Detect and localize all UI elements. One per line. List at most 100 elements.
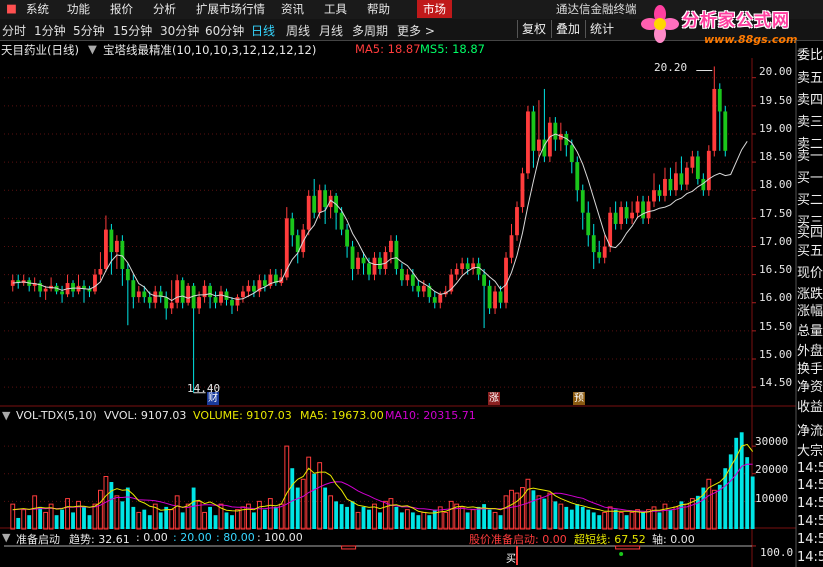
- volume-bar: [613, 509, 618, 529]
- candle-body: [630, 212, 635, 219]
- volume-bar: [98, 489, 103, 530]
- candle-body: [273, 274, 278, 284]
- limit-up-badge[interactable]: 涨: [488, 392, 500, 405]
- volume-bar: [427, 515, 432, 529]
- level-80-value: : 80.00: [216, 531, 255, 544]
- volume-menu-icon[interactable]: ▼: [2, 409, 10, 422]
- side-label: 卖四: [797, 93, 823, 108]
- candle-body: [482, 274, 487, 286]
- ma5-value: MA5: 18.87: [355, 42, 421, 56]
- candle-body: [657, 190, 662, 196]
- candle-body: [279, 277, 284, 284]
- menu-quote[interactable]: 报价: [110, 1, 133, 17]
- menu-analysis[interactable]: 分析: [153, 1, 176, 17]
- side-time: 14:5: [797, 496, 823, 511]
- indicator-name[interactable]: 宝塔线最精准(10,10,10,3,12,12,12,12): [103, 42, 316, 58]
- volume-bar: [180, 512, 185, 529]
- candle-body: [43, 288, 48, 292]
- volume-bar: [323, 487, 328, 529]
- finance-badge[interactable]: 财: [207, 392, 219, 405]
- period-60min[interactable]: 60分钟: [205, 22, 244, 39]
- candle-body: [569, 145, 574, 163]
- candle-body: [60, 291, 64, 295]
- volume-bar: [246, 503, 251, 530]
- sub-indicator-name[interactable]: 准备启动: [16, 531, 60, 547]
- site-logo: 分析家公式网 www.88gs.com: [632, 0, 823, 58]
- period-more[interactable]: 更多 >: [397, 22, 435, 39]
- volume-bar: [16, 517, 21, 529]
- buy-signal-dot: [619, 551, 624, 556]
- side-label: 买二: [797, 193, 823, 208]
- candle-body: [695, 156, 700, 179]
- candle-body: [449, 274, 454, 292]
- volume-bar: [750, 476, 755, 529]
- period-weekly[interactable]: 周线: [286, 22, 310, 39]
- volume-bar: [345, 506, 349, 529]
- candle-body: [21, 280, 26, 284]
- candle-body: [334, 195, 339, 213]
- candle-body: [487, 285, 492, 309]
- indicator-menu-icon[interactable]: ▼: [88, 42, 97, 56]
- stock-name[interactable]: 天目药业(日线): [1, 42, 79, 58]
- candle-body: [235, 297, 240, 306]
- candle-body: [191, 285, 196, 309]
- menu-extended-market[interactable]: 扩展市场行情: [196, 1, 265, 17]
- candle-body: [16, 280, 21, 284]
- volume-bar: [421, 511, 427, 530]
- volume-bar: [361, 506, 366, 529]
- candle-body: [405, 274, 410, 281]
- candle-body: [109, 229, 114, 253]
- volume-bar: [629, 511, 635, 530]
- candle-body: [515, 207, 519, 236]
- volume-bar: [684, 503, 690, 530]
- price-tick: 14.50: [759, 376, 793, 389]
- menu-help[interactable]: 帮助: [367, 1, 390, 17]
- side-time: 14:5: [797, 514, 823, 529]
- candle-body: [575, 162, 580, 191]
- price-tick: 17.00: [759, 235, 793, 248]
- volume-bar: [448, 500, 454, 530]
- app-icon[interactable]: ■: [6, 1, 17, 15]
- candle-body: [367, 263, 371, 275]
- menu-function[interactable]: 功能: [67, 1, 90, 17]
- candle-body: [164, 297, 169, 309]
- menu-system[interactable]: 系统: [26, 1, 49, 17]
- stats-button[interactable]: 统计: [585, 20, 618, 38]
- candle-body: [684, 167, 689, 185]
- volume-bar: [482, 504, 487, 529]
- period-15min[interactable]: 15分钟: [113, 22, 152, 39]
- candle-body: [635, 201, 640, 213]
- period-intraday[interactable]: 分时: [2, 22, 26, 39]
- candle-body: [27, 280, 32, 286]
- candle-body: [372, 257, 377, 275]
- menu-news[interactable]: 资讯: [281, 1, 304, 17]
- period-1min[interactable]: 1分钟: [34, 22, 66, 39]
- side-label: 买五: [797, 244, 823, 259]
- period-5min[interactable]: 5分钟: [73, 22, 105, 39]
- candle-body: [690, 156, 695, 168]
- adjust-button[interactable]: 复权: [517, 20, 550, 38]
- indicator-menu-icon[interactable]: ▼: [2, 531, 10, 544]
- candle-body: [65, 283, 70, 295]
- price-tick: 19.50: [759, 94, 793, 107]
- period-30min[interactable]: 30分钟: [160, 22, 199, 39]
- volume-bar: [564, 506, 569, 529]
- period-monthly[interactable]: 月线: [319, 22, 343, 39]
- candle-body: [547, 122, 552, 157]
- volume-indicator-name[interactable]: VOL-TDX(5,10): [16, 409, 97, 422]
- volume-ma5-line: [12, 443, 754, 514]
- volume-bar: [82, 506, 86, 529]
- ms5-value: MS5: 18.87: [420, 42, 485, 56]
- period-multi[interactable]: 多周期: [352, 22, 388, 39]
- menu-tools[interactable]: 工具: [324, 1, 347, 17]
- candle-body: [580, 190, 585, 213]
- forecast-badge[interactable]: 预: [573, 392, 585, 405]
- candle-body: [624, 207, 629, 219]
- market-button[interactable]: 市场: [417, 0, 452, 18]
- period-daily[interactable]: 日线: [251, 22, 275, 39]
- volume-tick: 20000: [755, 463, 789, 476]
- candle-body: [230, 299, 234, 306]
- axis-value: 轴: 0.00: [652, 533, 695, 546]
- candle-body: [241, 291, 245, 298]
- overlay-button[interactable]: 叠加: [551, 20, 584, 38]
